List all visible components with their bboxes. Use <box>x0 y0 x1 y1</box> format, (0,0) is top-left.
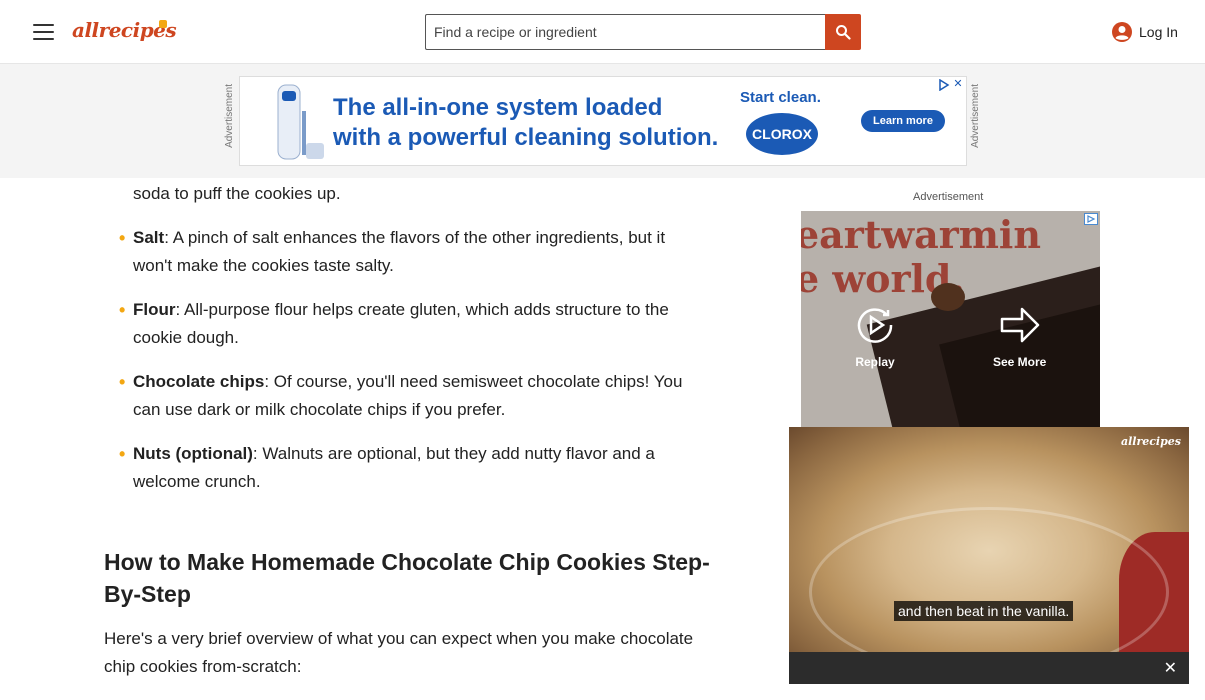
list-item-term: Salt <box>133 228 165 247</box>
menu-icon[interactable] <box>33 24 54 40</box>
top-ad-strip: Advertisement Advertisement The all-in-o… <box>0 64 1205 178</box>
site-header: allrecipes Log In <box>0 0 1205 64</box>
search-button[interactable] <box>825 14 861 50</box>
video-player[interactable]: allrecipes and then beat in the vanilla.… <box>789 427 1189 684</box>
list-item-text: : All-purpose flour helps create gluten,… <box>133 300 669 347</box>
bullet-continuation: soda to puff the cookies up. <box>133 184 341 203</box>
account-icon <box>1112 22 1132 42</box>
ad-tagline: Start clean. <box>740 89 821 106</box>
replay-button[interactable]: Replay <box>853 303 897 369</box>
search-input[interactable] <box>425 14 825 50</box>
ad-headline-line2: with a powerful cleaning solution. <box>333 124 719 151</box>
product-image <box>277 84 324 160</box>
replay-label: Replay <box>855 355 895 369</box>
search-bar <box>425 14 861 50</box>
see-more-button[interactable]: See More <box>993 303 1046 369</box>
ad-choices-icon[interactable] <box>938 79 950 91</box>
ad-close-icon[interactable]: ✕ <box>952 79 964 91</box>
see-more-label: See More <box>993 355 1047 369</box>
bullet-dot: • <box>119 444 126 464</box>
bullet-dot: • <box>119 300 126 320</box>
login-label: Log In <box>1139 24 1178 40</box>
list-item-term: Chocolate chips <box>133 372 265 391</box>
section-heading: How to Make Homemade Chocolate Chip Cook… <box>104 549 710 607</box>
ad-headline-line1: The all-in-one system loaded <box>333 94 663 121</box>
list-item-term: Nuts (optional) <box>133 444 253 463</box>
video-caption: and then beat in the vanilla. <box>894 601 1074 621</box>
ad-label-right: Advertisement <box>970 84 981 148</box>
logo-mark <box>159 20 167 28</box>
list-item: • Chocolate chips: Of course, you'll need… <box>104 368 704 424</box>
arrow-right-icon <box>1000 307 1039 343</box>
top-ad[interactable]: The all-in-one system loaded with a powe… <box>239 76 967 166</box>
list-item: • Nuts (optional): Walnuts are optional, … <box>104 440 704 496</box>
side-ad[interactable]: eartwarmin e world. Replay See More <box>801 211 1100 431</box>
bullet-dot: • <box>119 372 126 392</box>
ad-headline: The all-in-one system loaded with a powe… <box>333 93 718 153</box>
learn-more-button[interactable]: Learn more <box>861 110 945 132</box>
replay-icon <box>857 308 893 343</box>
close-icon[interactable]: ✕ <box>1164 658 1177 678</box>
login-button[interactable]: Log In <box>1111 21 1178 43</box>
search-icon <box>836 25 851 40</box>
ad-choices-icon[interactable] <box>1084 213 1098 225</box>
bullet-dot: • <box>119 228 126 248</box>
list-item-term: Flour <box>133 300 176 319</box>
side-ad-overlay <box>801 211 1100 431</box>
side-ad-label: Advertisement <box>913 191 984 203</box>
list-item-text: : A pinch of salt enhances the flavors o… <box>133 228 666 275</box>
list-item: • Flour: All-purpose flour helps create g… <box>104 296 704 352</box>
intro-paragraph: Here's a very brief overview of what you… <box>104 629 694 676</box>
video-watermark: allrecipes <box>1120 435 1181 448</box>
list-item: • Salt: A pinch of salt enhances the flav… <box>104 224 704 280</box>
ingredient-list: • Salt: A pinch of salt enhances the flav… <box>104 224 704 512</box>
clorox-logo: CLOROX <box>746 113 818 155</box>
ad-label-left: Advertisement <box>224 84 235 148</box>
video-controls-bar: ✕ <box>789 652 1189 684</box>
